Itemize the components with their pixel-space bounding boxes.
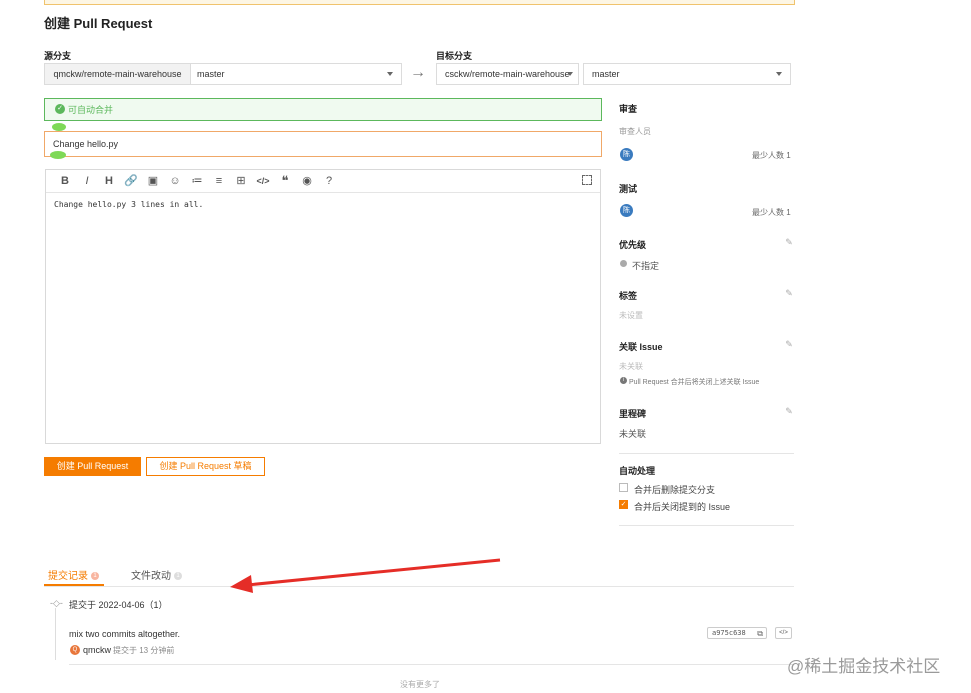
annotation-arrow (230, 558, 501, 593)
milestone-value: 未关联 (619, 429, 647, 439)
divider (619, 525, 794, 526)
pr-title-input[interactable]: Change hello.py (44, 131, 602, 157)
annotation-arrow-head (230, 575, 253, 593)
merge-status-box: ✓ 可自动合并 (44, 98, 602, 121)
source-branch-selector[interactable]: qmckw/remote-main-warehouse master (44, 63, 402, 85)
target-repo[interactable]: csckw/remote-main-warehouse (445, 64, 570, 84)
tab-commits-count: 1 (91, 572, 99, 581)
priority-dot-icon (620, 260, 627, 267)
commit-group-title: 提交于 2022-04-06（1） (69, 600, 168, 610)
table-icon[interactable]: ⊞ (230, 172, 252, 190)
timeline-line (55, 608, 56, 660)
italic-icon[interactable]: I (76, 172, 98, 190)
code-icon[interactable]: </> (252, 172, 274, 190)
preview-eye-icon[interactable]: ◉ (296, 172, 318, 190)
reviewers-label: 审查人员 (619, 127, 651, 136)
create-pr-button[interactable]: 创建 Pull Request (44, 457, 141, 476)
browse-code-icon[interactable]: </> (775, 627, 792, 639)
avatar[interactable]: 陈 (620, 148, 633, 161)
quote-icon[interactable]: ❝ (274, 172, 296, 190)
tab-files-label: 文件改动 (131, 571, 171, 582)
edit-icon[interactable]: ✎ (784, 237, 794, 247)
delete-branch-checkbox[interactable] (619, 483, 628, 492)
close-issue-checkbox[interactable]: ✓ (619, 500, 628, 509)
issue-note: Pull Request 合并后将关闭上述关联 Issue (629, 379, 760, 386)
tab-files-count: 1 (174, 572, 182, 581)
commit-message[interactable]: mix two commits altogether. (69, 629, 180, 639)
description-editor[interactable]: B I H 🔗 ▣ ☺ ≔ ≡ ⊞ </> ❝ ◉ ? Change hello… (45, 169, 601, 444)
pr-title-value[interactable]: Change hello.py (53, 139, 118, 149)
page-title: 创建 Pull Request (44, 16, 153, 31)
chevron-down-icon (387, 72, 393, 76)
target-branch-selector[interactable]: master (583, 63, 791, 85)
info-icon: i (620, 377, 627, 384)
tab-files[interactable]: 文件改动 1 (131, 567, 182, 582)
editor-body[interactable]: Change hello.py 3 lines in all. (54, 200, 203, 209)
drag-handle[interactable] (50, 151, 66, 159)
commit-time: 提交于 13 分钟前 (113, 646, 175, 655)
help-icon[interactable]: ? (318, 172, 340, 190)
divider (619, 453, 794, 454)
ordered-list-icon[interactable]: ≡ (208, 172, 230, 190)
bold-icon[interactable]: B (54, 172, 76, 190)
bullet-list-icon[interactable]: ≔ (186, 172, 208, 190)
heading-icon[interactable]: H (98, 172, 120, 190)
tab-commits[interactable]: 提交记录 1 (48, 567, 99, 582)
check-icon: ✓ (55, 104, 65, 114)
edit-icon[interactable]: ✎ (784, 288, 794, 298)
source-repo[interactable]: qmckw/remote-main-warehouse (45, 64, 191, 84)
close-issue-label[interactable]: 合并后关闭提到的 Issue (634, 500, 730, 513)
arrow-right-icon: → (410, 64, 426, 81)
copy-icon[interactable]: ⧉ (757, 628, 763, 639)
source-branch-value[interactable]: master (197, 64, 225, 84)
labels-title: 标签 (619, 291, 638, 301)
fullscreen-icon[interactable] (582, 175, 592, 185)
no-more-text: 没有更多了 (400, 680, 440, 689)
auto-process-title: 自动处理 (619, 466, 656, 476)
test-title: 测试 (619, 184, 638, 194)
merge-status-text: 可自动合并 (68, 105, 114, 115)
avatar[interactable]: 陈 (620, 204, 633, 217)
divider (69, 664, 794, 665)
target-branch-value[interactable]: master (592, 64, 620, 84)
commit-sha[interactable]: a975c638 (712, 628, 746, 639)
edit-icon[interactable]: ✎ (784, 339, 794, 349)
commit-node-icon: -◇- (50, 598, 63, 608)
drag-handle[interactable] (52, 123, 66, 131)
review-title: 审查 (619, 104, 638, 114)
tab-commits-label: 提交记录 (48, 571, 88, 582)
commit-sha-box[interactable]: a975c638 ⧉ (707, 627, 767, 639)
labels-value: 未设置 (619, 311, 643, 320)
commit-author[interactable]: qmckw (83, 645, 111, 655)
avatar[interactable]: Q (70, 645, 80, 655)
chevron-down-icon (567, 72, 573, 76)
create-draft-pr-button[interactable]: 创建 Pull Request 草稿 (146, 457, 265, 476)
priority-value[interactable]: 不指定 (632, 259, 659, 272)
delete-branch-label[interactable]: 合并后删除提交分支 (634, 483, 715, 496)
chevron-down-icon (776, 72, 782, 76)
image-icon[interactable]: ▣ (142, 172, 164, 190)
target-branch-label: 目标分支 (436, 51, 473, 61)
issue-value: 未关联 (619, 362, 643, 371)
top-notice-bar (44, 0, 795, 5)
milestone-title: 里程碑 (619, 409, 647, 419)
source-branch-label: 源分支 (44, 51, 72, 61)
reviewers-min-count: 最少人数 1 (752, 151, 791, 160)
target-repo-selector[interactable]: csckw/remote-main-warehouse (436, 63, 579, 85)
edit-icon[interactable]: ✎ (784, 406, 794, 416)
editor-toolbar: B I H 🔗 ▣ ☺ ≔ ≡ ⊞ </> ❝ ◉ ? (46, 170, 600, 193)
testers-min-count: 最少人数 1 (752, 208, 791, 217)
link-icon[interactable]: 🔗 (120, 172, 142, 190)
watermark: @稀土掘金技术社区 (787, 657, 941, 676)
priority-title: 优先级 (619, 240, 647, 250)
issue-title: 关联 Issue (619, 342, 663, 352)
annotation-arrow-shaft (246, 558, 501, 587)
emoji-icon[interactable]: ☺ (164, 172, 186, 190)
